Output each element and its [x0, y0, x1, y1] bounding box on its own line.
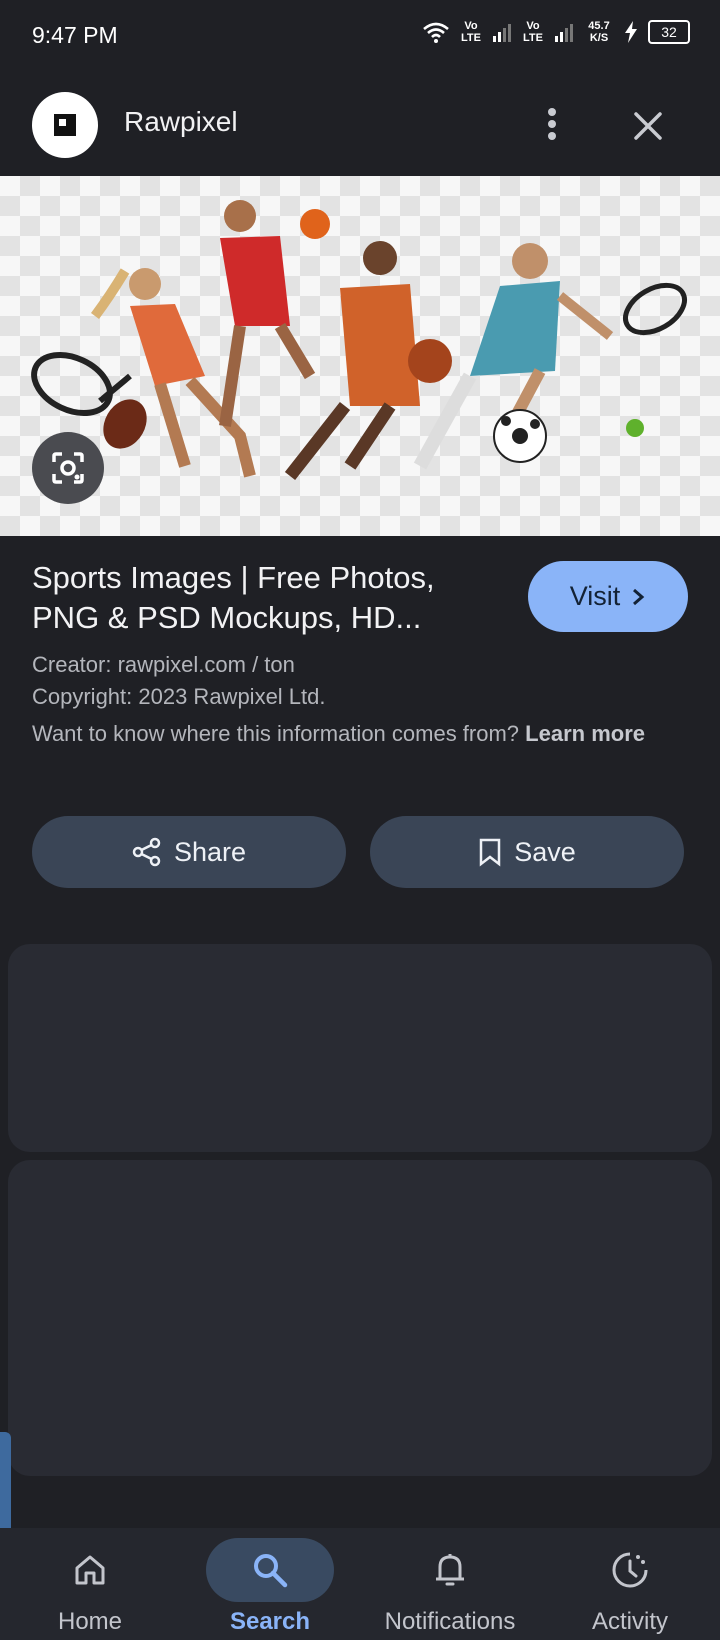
home-icon	[75, 1555, 105, 1585]
nav-home-icon-wrap	[26, 1538, 154, 1602]
visit-label: Visit	[569, 581, 621, 611]
share-button[interactable]: Share	[32, 816, 346, 888]
nav-search-label: Search	[229, 1608, 311, 1635]
status-bar: 9:47 PM Vo LTE Vo LTE 45.7 K/S 32	[0, 0, 720, 72]
site-name: Rawpixel	[124, 106, 238, 137]
wifi-icon	[423, 22, 449, 43]
nav-home[interactable]: Home	[0, 1528, 180, 1640]
save-label: Save	[514, 836, 576, 867]
signal-icon-2	[555, 24, 573, 42]
header: Rawpixel	[0, 72, 720, 176]
related-card-placeholder	[8, 944, 712, 1152]
nav-activity[interactable]: Activity	[540, 1528, 720, 1640]
signal-icon	[493, 24, 511, 42]
info-source-text: Want to know where this information come…	[32, 718, 672, 750]
charging-icon	[625, 21, 637, 43]
nav-search-icon-wrap	[206, 1538, 334, 1602]
nav-home-label: Home	[57, 1608, 123, 1635]
bell-icon	[436, 1554, 464, 1586]
share-icon	[132, 837, 161, 867]
bottom-nav: Home Search Notifications Activity	[0, 1528, 720, 1640]
result-title[interactable]: Sports Images | Free Photos, PNG & PSD M…	[32, 558, 482, 638]
bookmark-icon	[479, 838, 501, 867]
network-label-1: Vo LTE	[461, 20, 481, 44]
close-button[interactable]	[624, 102, 672, 150]
nav-notifications[interactable]: Notifications	[360, 1528, 540, 1640]
learn-more-link[interactable]: Learn more	[525, 721, 645, 746]
visit-button[interactable]: Visit	[528, 561, 688, 632]
result-image[interactable]	[0, 176, 720, 536]
nav-activity-icon-wrap	[566, 1538, 694, 1602]
chevron-right-icon	[633, 588, 645, 605]
save-button[interactable]: Save	[370, 816, 684, 888]
nav-activity-label: Activity	[591, 1608, 668, 1635]
nav-notifications-icon-wrap	[386, 1538, 514, 1602]
info-question: Want to know where this information come…	[32, 721, 520, 746]
more-options-button[interactable]	[530, 102, 574, 146]
copyright-text: Copyright: 2023 Rawpixel Ltd.	[32, 684, 326, 709]
battery-indicator: 32	[648, 20, 690, 44]
more-vert-icon	[548, 108, 556, 140]
related-card-placeholder-2	[8, 1160, 712, 1476]
network-label-2: Vo LTE	[523, 20, 543, 44]
network-speed: 45.7 K/S	[588, 20, 610, 44]
share-label: Share	[173, 836, 247, 867]
lens-search-button[interactable]	[32, 432, 104, 504]
status-time: 9:47 PM	[32, 22, 118, 48]
status-icons: Vo LTE Vo LTE 45.7 K/S 32	[422, 20, 690, 44]
activity-icon	[612, 1552, 648, 1588]
athletes-illustration	[31, 200, 687, 481]
creator-text: Creator: rawpixel.com / ton	[32, 652, 295, 677]
nav-search[interactable]: Search	[180, 1528, 360, 1640]
lens-icon	[52, 452, 84, 484]
site-logo	[32, 92, 98, 158]
close-icon	[634, 112, 662, 140]
nav-notifications-label: Notifications	[384, 1608, 516, 1635]
search-icon	[254, 1554, 288, 1588]
